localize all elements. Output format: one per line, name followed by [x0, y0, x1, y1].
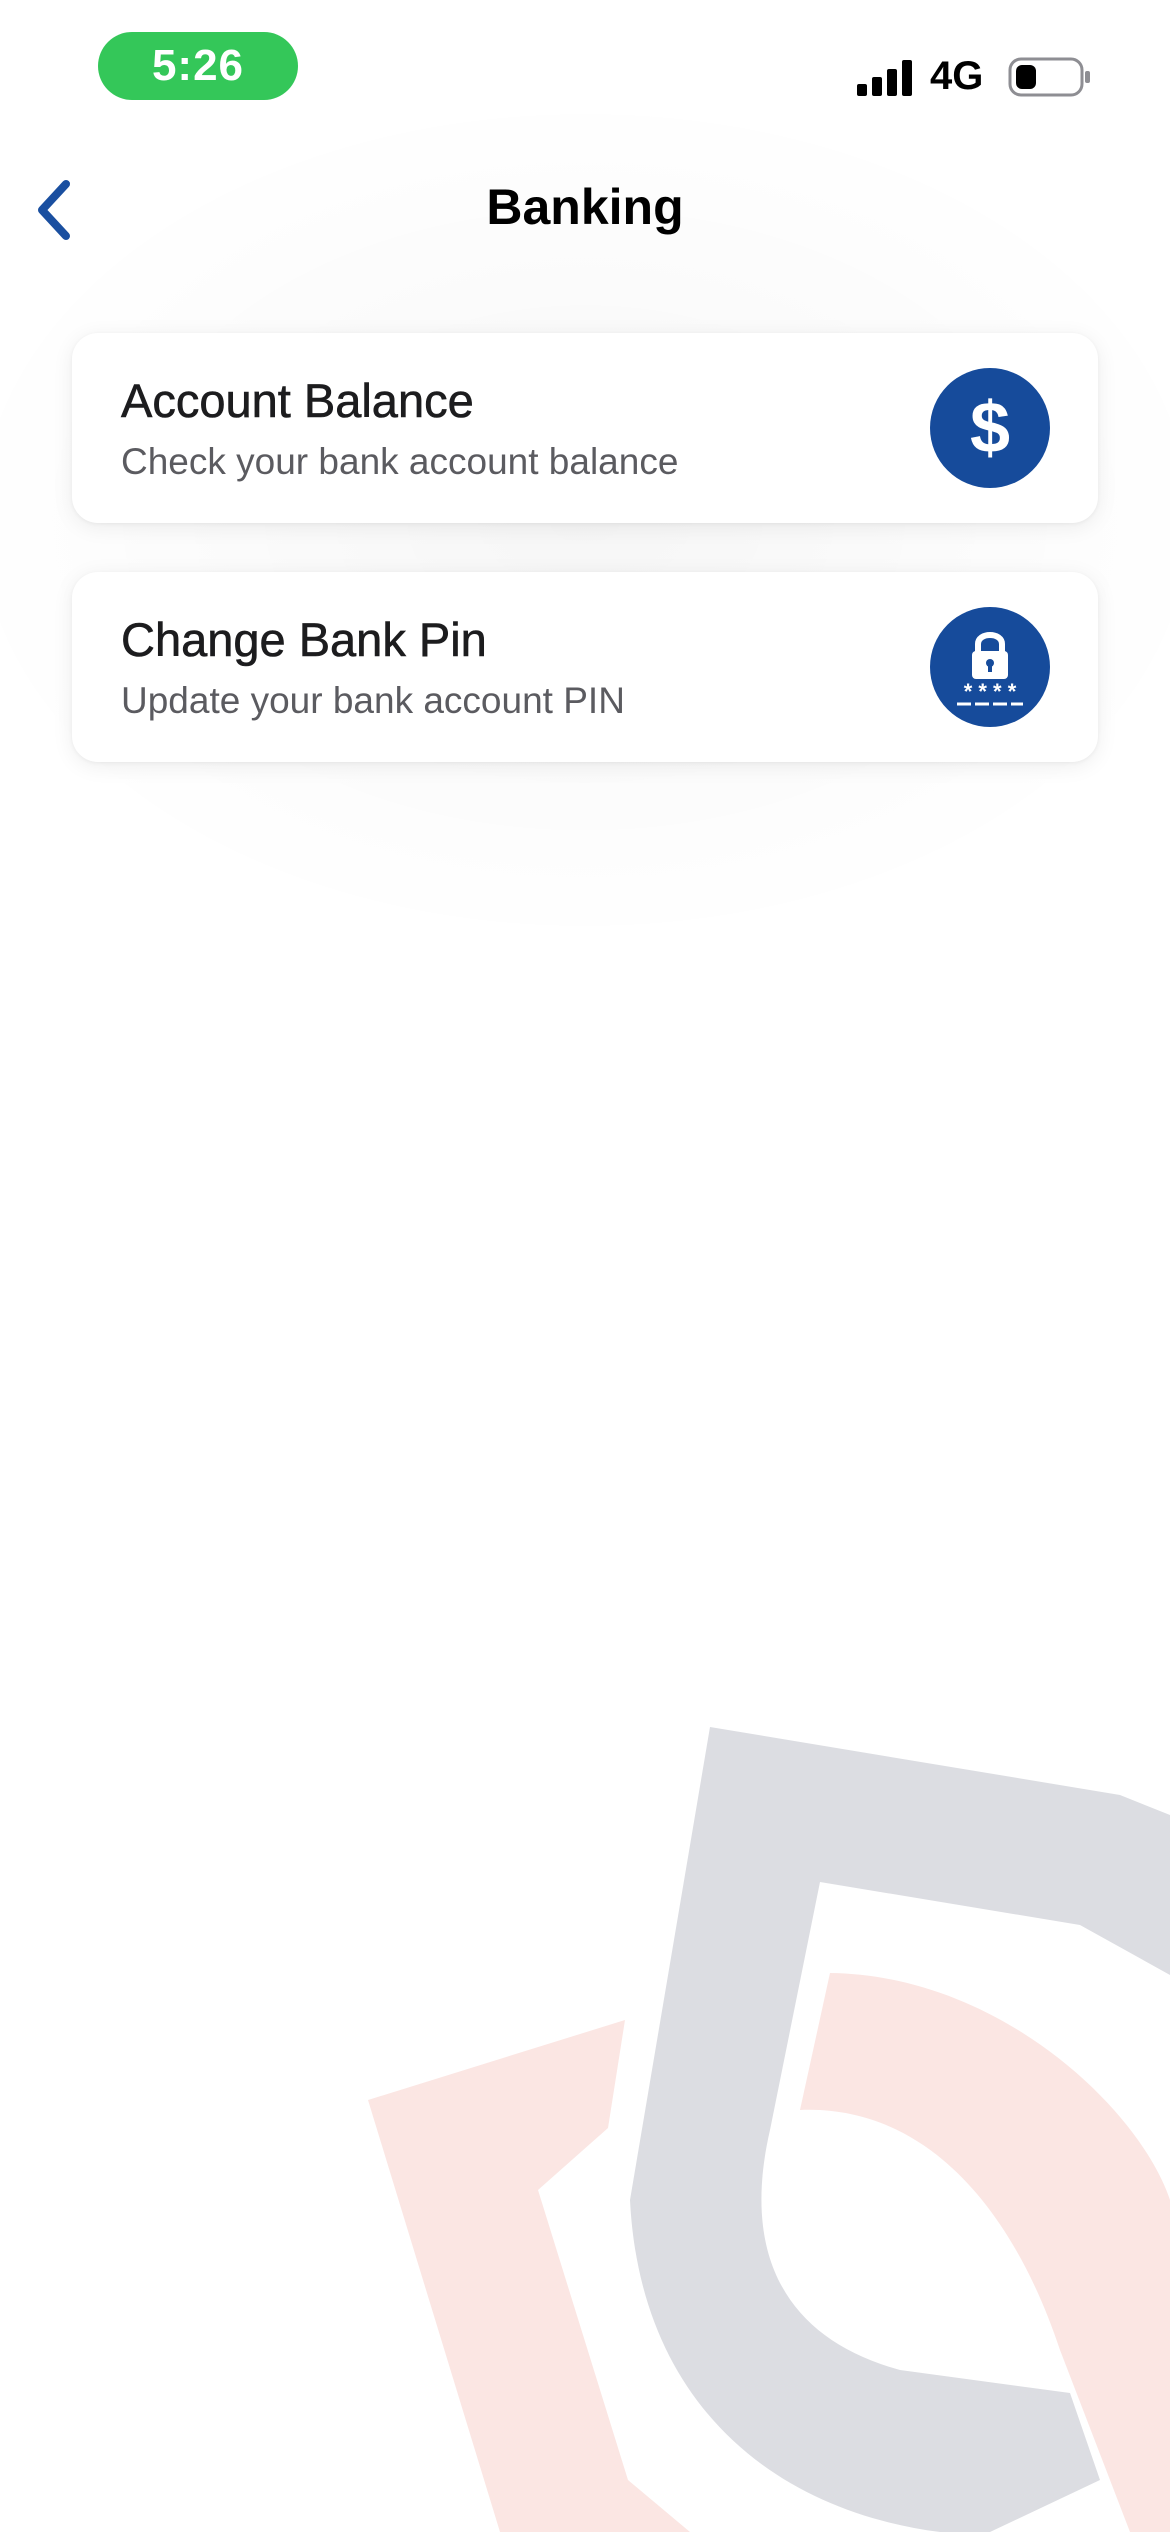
banking-screen: 5:26 4G Banking Account Balance Check yo…	[0, 0, 1170, 2532]
card-title: Change Bank Pin	[121, 613, 487, 667]
time-pill[interactable]: 5:26	[98, 32, 298, 100]
svg-text:$: $	[970, 388, 1010, 468]
change-bank-pin-card[interactable]: Change Bank Pin Update your bank account…	[72, 572, 1098, 762]
network-type: 4G	[930, 54, 984, 98]
page-title: Banking	[486, 179, 684, 235]
navigation-bar: Banking	[0, 160, 1170, 260]
dollar-icon: $	[930, 368, 1050, 488]
lock-pin-icon: * * * *	[930, 607, 1050, 727]
card-title: Account Balance	[121, 374, 474, 428]
svg-text:* * * *: * * * *	[964, 679, 1017, 704]
status-bar: 5:26 4G	[0, 0, 1170, 140]
account-balance-card[interactable]: Account Balance Check your bank account …	[72, 333, 1098, 523]
card-subtitle: Check your bank account balance	[121, 441, 679, 482]
card-subtitle: Update your bank account PIN	[121, 680, 625, 721]
status-time: 5:26	[151, 41, 245, 90]
battery-icon	[1008, 57, 1090, 97]
signal-icon	[857, 60, 912, 96]
